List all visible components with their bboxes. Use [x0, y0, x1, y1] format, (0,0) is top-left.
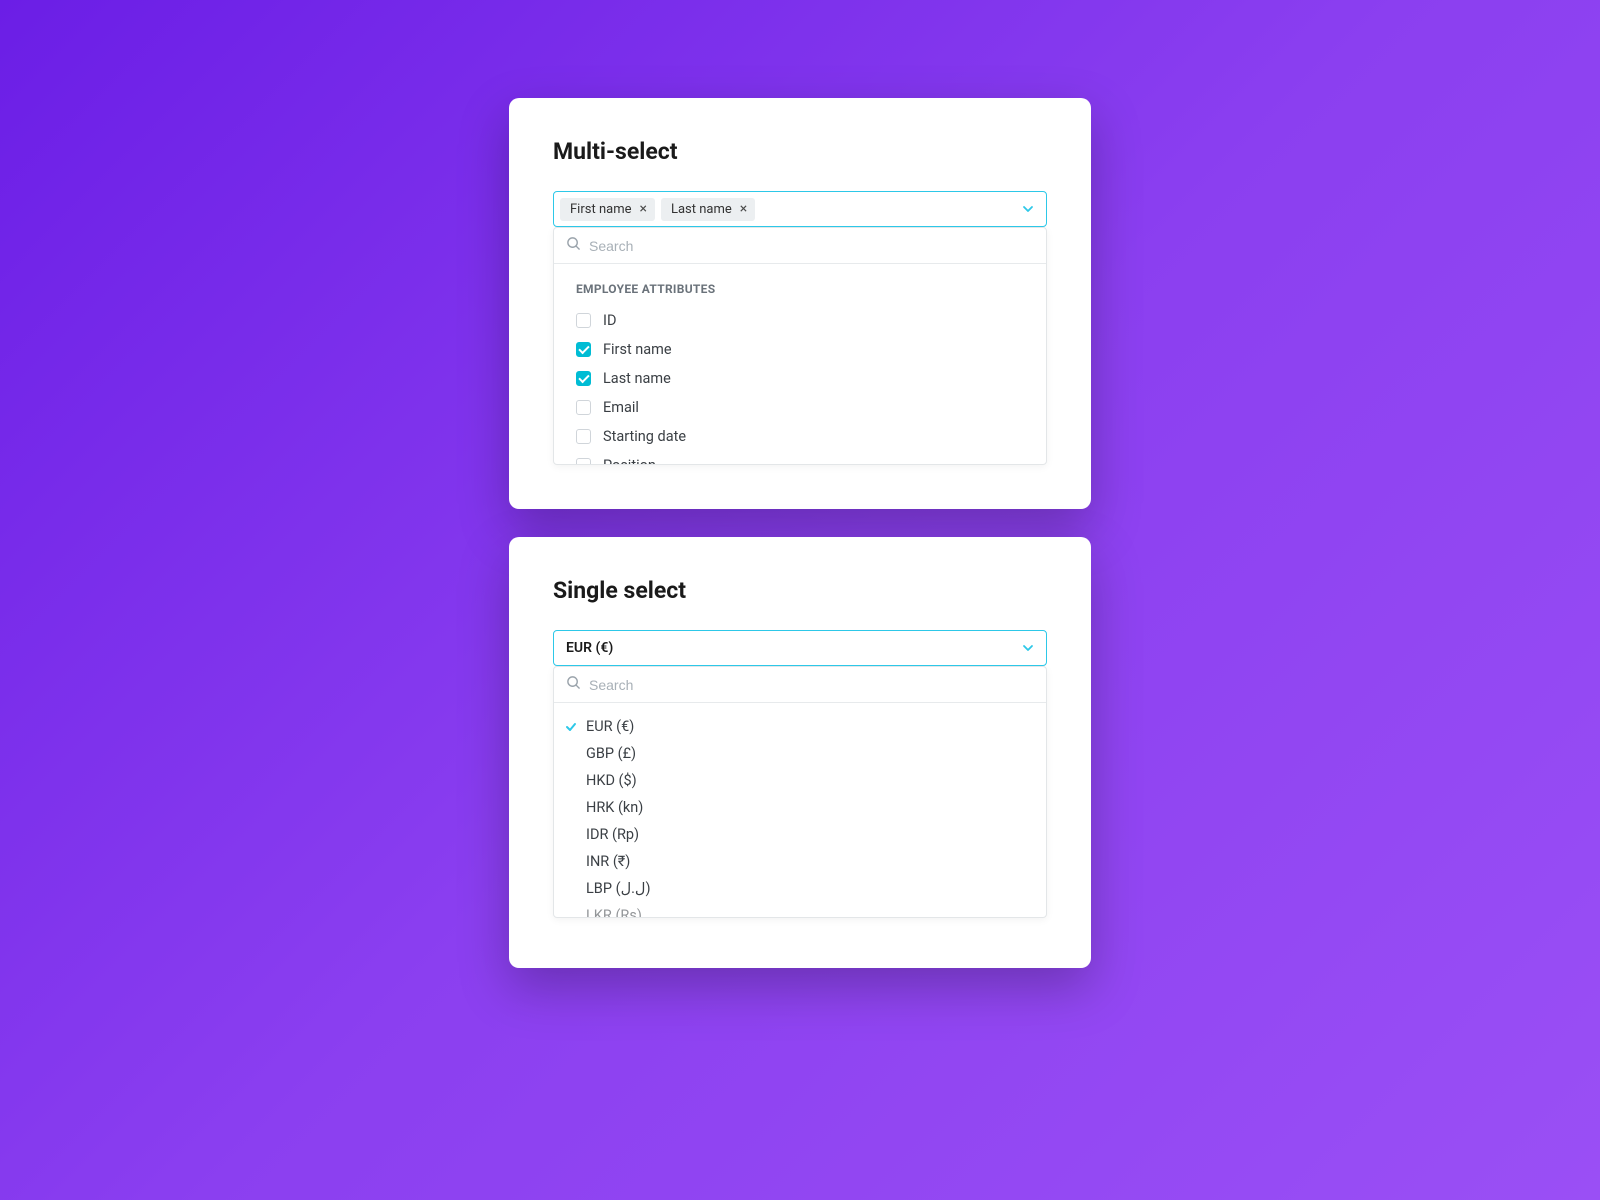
close-icon[interactable]: ×	[637, 202, 648, 216]
single-selected-value: EUR (€)	[560, 640, 613, 656]
single-select-wrapper: EUR (€) EUR (€)	[553, 630, 1047, 918]
option-starting-date[interactable]: Starting date	[554, 422, 1046, 451]
option-eur[interactable]: EUR (€)	[554, 713, 1046, 740]
option-label: Starting date	[603, 428, 686, 445]
option-lkr[interactable]: LKR (Rs)	[554, 902, 1046, 917]
checkbox-icon[interactable]	[576, 313, 591, 328]
option-lbp[interactable]: LBP (ل.ل)	[554, 875, 1046, 902]
checkbox-icon[interactable]	[576, 371, 591, 386]
option-label: Last name	[603, 370, 671, 387]
search-row	[554, 667, 1046, 703]
multi-select-input[interactable]: First name × Last name ×	[553, 191, 1047, 227]
option-label: HRK (kn)	[586, 799, 643, 816]
checkbox-icon[interactable]	[576, 429, 591, 444]
option-label: LBP (ل.ل)	[586, 880, 651, 897]
option-label: First name	[603, 341, 672, 358]
option-label: Email	[603, 399, 639, 416]
multi-select-wrapper: First name × Last name × EMPLOYEE AT	[553, 191, 1047, 465]
option-hrk[interactable]: HRK (kn)	[554, 794, 1046, 821]
option-position[interactable]: Position	[554, 451, 1046, 464]
option-email[interactable]: Email	[554, 393, 1046, 422]
option-id[interactable]: ID	[554, 306, 1046, 335]
multi-select-card: Multi-select First name × Last name ×	[509, 98, 1091, 509]
option-label: ID	[603, 312, 616, 329]
single-select-card: Single select EUR (€) EUR (€)	[509, 537, 1091, 968]
option-last-name[interactable]: Last name	[554, 364, 1046, 393]
close-icon[interactable]: ×	[738, 202, 749, 216]
checkbox-icon[interactable]	[576, 342, 591, 357]
chip-label: Last name	[671, 202, 732, 217]
option-label: HKD ($)	[586, 772, 637, 789]
multi-options-list[interactable]: EMPLOYEE ATTRIBUTES ID First name Last n…	[554, 264, 1046, 464]
chip-last-name[interactable]: Last name ×	[661, 198, 755, 221]
chip-first-name[interactable]: First name ×	[560, 198, 655, 221]
selected-chips: First name × Last name ×	[560, 198, 755, 221]
group-header: EMPLOYEE ATTRIBUTES	[554, 274, 1046, 306]
checkbox-icon[interactable]	[576, 458, 591, 464]
option-idr[interactable]: IDR (Rp)	[554, 821, 1046, 848]
chevron-down-icon[interactable]	[1022, 642, 1034, 654]
search-icon	[566, 675, 581, 694]
option-label: GBP (£)	[586, 745, 636, 762]
single-select-input[interactable]: EUR (€)	[553, 630, 1047, 666]
option-label: EUR (€)	[586, 718, 634, 735]
single-options-list[interactable]: EUR (€) GBP (£) HKD ($) HRK (kn) IDR (Rp…	[554, 703, 1046, 917]
option-label: INR (₹)	[586, 853, 630, 870]
option-first-name[interactable]: First name	[554, 335, 1046, 364]
option-gbp[interactable]: GBP (£)	[554, 740, 1046, 767]
option-inr[interactable]: INR (₹)	[554, 848, 1046, 875]
card-title-multi: Multi-select	[553, 138, 1047, 165]
option-label: IDR (Rp)	[586, 826, 639, 843]
search-input[interactable]	[589, 677, 1034, 693]
single-dropdown: EUR (€) GBP (£) HKD ($) HRK (kn) IDR (Rp…	[553, 666, 1047, 918]
search-icon	[566, 236, 581, 255]
option-label: LKR (Rs)	[586, 907, 642, 917]
checkmark-icon	[564, 720, 578, 734]
checkbox-icon[interactable]	[576, 400, 591, 415]
search-input[interactable]	[589, 238, 1034, 254]
card-title-single: Single select	[553, 577, 1047, 604]
chevron-down-icon[interactable]	[1022, 203, 1034, 215]
option-hkd[interactable]: HKD ($)	[554, 767, 1046, 794]
multi-dropdown: EMPLOYEE ATTRIBUTES ID First name Last n…	[553, 227, 1047, 465]
chip-label: First name	[570, 202, 631, 217]
option-label: Position	[603, 457, 656, 464]
search-row	[554, 228, 1046, 264]
